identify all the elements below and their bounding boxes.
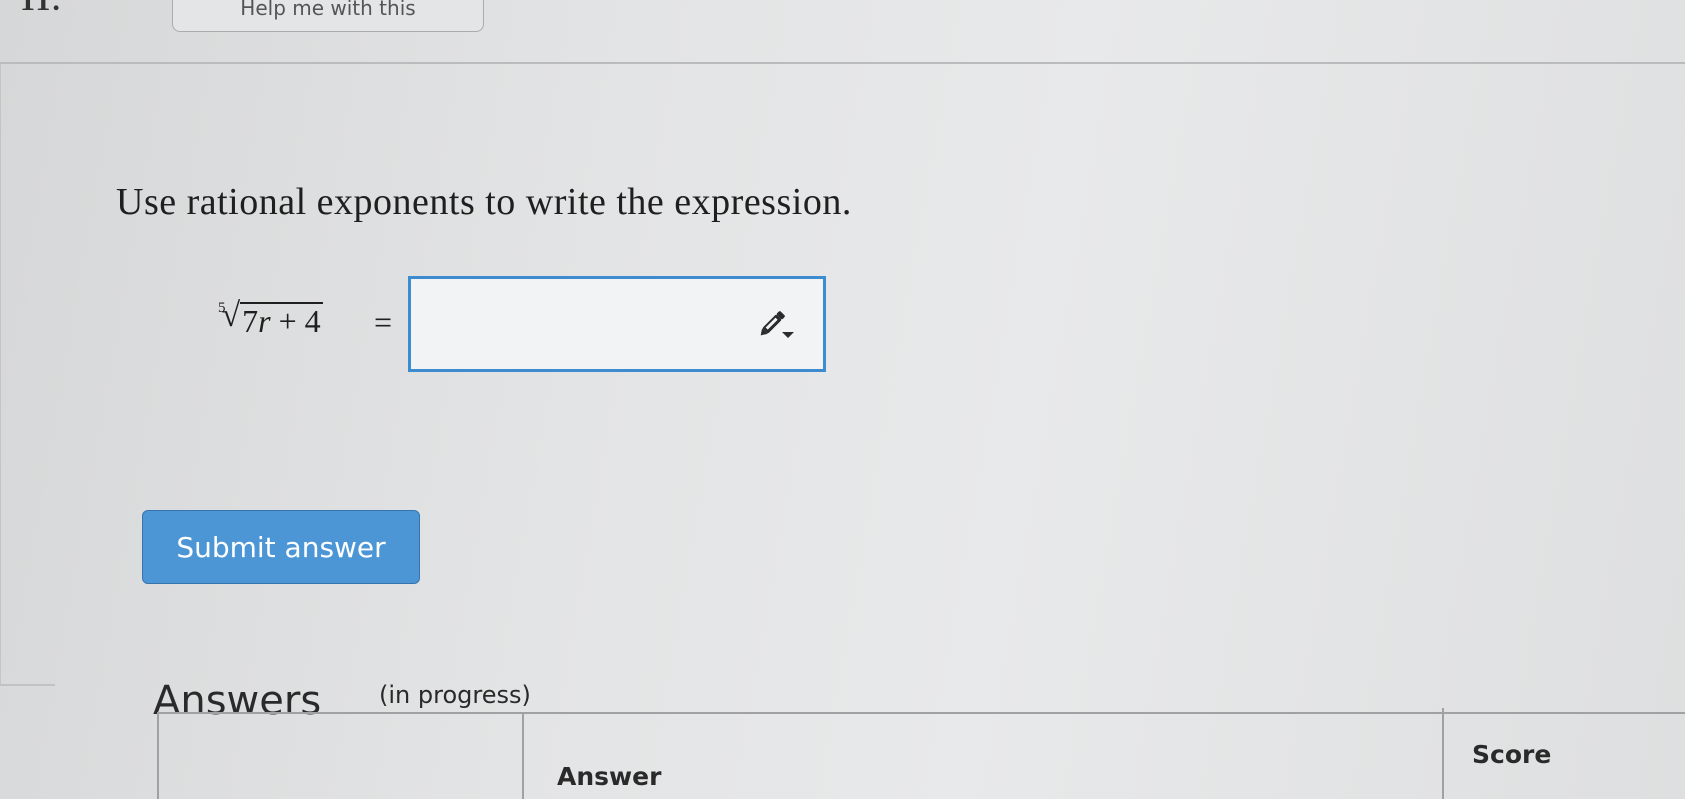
column-header-score: Score bbox=[1472, 740, 1552, 769]
radicand: 7r + 4 bbox=[240, 302, 323, 338]
pencil-dropdown-icon[interactable] bbox=[756, 306, 798, 342]
answers-status: (in progress) bbox=[379, 681, 531, 709]
radicand-rest: + 4 bbox=[270, 303, 321, 339]
radicand-variable: r bbox=[258, 303, 271, 339]
question-number: 11. bbox=[20, 0, 62, 17]
answers-table: Answer Score bbox=[157, 708, 1685, 799]
column-header-answer: Answer bbox=[557, 762, 662, 791]
column-divider bbox=[522, 714, 524, 799]
equals-sign: = bbox=[374, 304, 393, 340]
radical-sign: √ bbox=[221, 297, 241, 334]
question-prompt: Use rational exponents to write the expr… bbox=[116, 181, 852, 223]
left-border bbox=[0, 64, 1, 684]
help-me-button[interactable]: Help me with this bbox=[172, 0, 484, 32]
help-me-button-label: Help me with this bbox=[240, 0, 416, 20]
section-divider bbox=[0, 684, 55, 686]
column-divider bbox=[1442, 708, 1444, 799]
top-divider bbox=[0, 62, 1685, 64]
page: 11. Help me with this Use rational expon… bbox=[0, 0, 1685, 799]
radical-expression: 5 √ 7r + 4 bbox=[218, 298, 323, 338]
radicand-coefficient: 7 bbox=[242, 303, 259, 339]
submit-answer-button[interactable]: Submit answer bbox=[142, 510, 420, 584]
